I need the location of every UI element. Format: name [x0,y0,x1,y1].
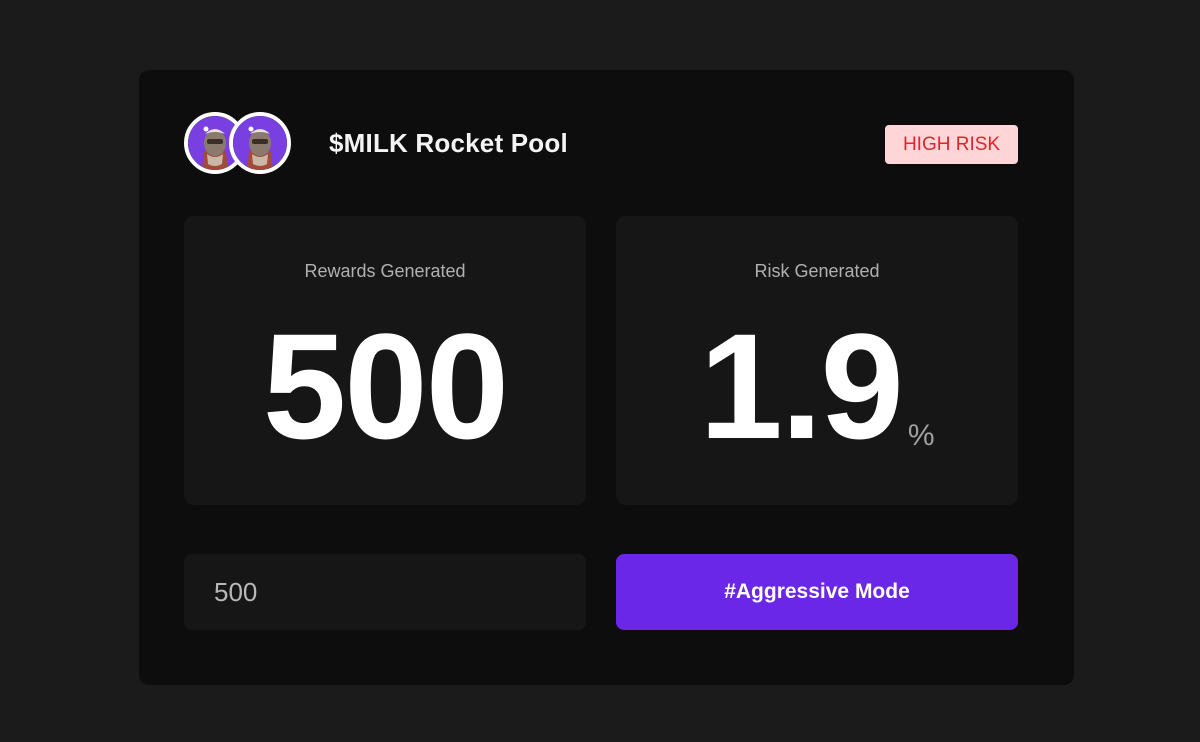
risk-value: 1.9 [699,302,904,470]
rewards-value: 500 [262,302,509,470]
risk-badge: HIGH RISK [885,125,1018,164]
pool-title: $MILK Rocket Pool [329,128,568,158]
aggressive-mode-button[interactable]: #Aggressive Mode [616,554,1018,630]
risk-panel: Risk Generated 1.9 % [616,216,1018,505]
rewards-panel: Rewards Generated 500 [184,216,586,505]
risk-label: Risk Generated [754,261,880,281]
risk-unit: % [907,419,935,452]
risk-value-group: 1.9 % [616,311,1018,461]
token-avatar-icon [229,112,291,174]
rewards-label: Rewards Generated [304,261,466,281]
amount-input[interactable] [184,554,586,630]
pool-card: $MILK Rocket Pool HIGH RISK Rewards Gene… [139,70,1074,685]
